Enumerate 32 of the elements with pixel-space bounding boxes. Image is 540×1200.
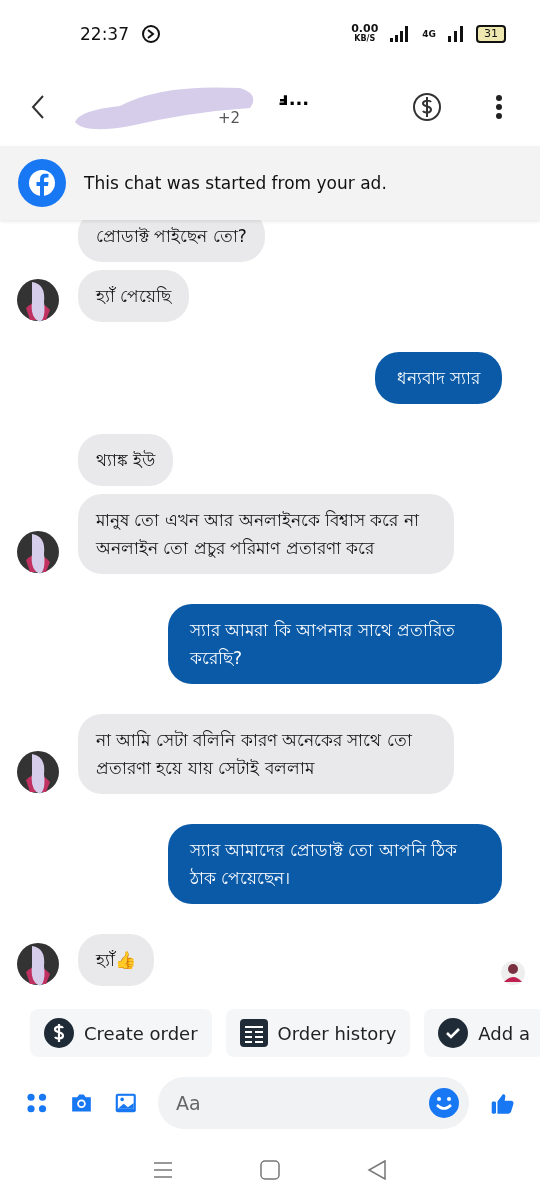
clock: 22:37 (80, 24, 129, 44)
received-message: থ্যাঙ্ক ইউ (78, 434, 174, 486)
data-speed: 0.00 KB/S (351, 24, 379, 44)
received-message: হ্যাঁ👍 (78, 934, 154, 986)
signal-icon (448, 26, 464, 42)
received-message: প্রোডাক্ট পাইছেন তো? (78, 220, 265, 262)
received-message: না আমি সেটা বলিনি কারণ অনেকের সাথে তো প্রতারণা হয়ে যায় সেটাই বললাম (78, 714, 454, 794)
battery-level: 31 (476, 25, 506, 43)
emoji-icon[interactable] (429, 1088, 460, 1118)
timer-icon (141, 24, 161, 44)
chat-title: ⅎ... (278, 87, 310, 109)
home-icon[interactable] (260, 1160, 280, 1180)
quick-action-chip[interactable]: Create order (30, 1009, 212, 1057)
quick-action-chip[interactable]: Add a (424, 1009, 540, 1057)
facebook-icon (18, 159, 66, 207)
back-icon[interactable] (30, 94, 46, 120)
sent-message: স্যার আমাদের প্রোডাক্ট তো আপনি ঠিক ঠাক পেয়েছেন। (168, 824, 502, 904)
dollar-icon (44, 1018, 74, 1048)
ad-notice: This chat was started from your ad. (84, 173, 387, 193)
quick-action-chip[interactable]: Order history (225, 1009, 411, 1057)
received-message: মানুষ তো এখন আর অনলাইনকে বিশ্বাস করে না অনলাইন তো প্রচুর পরিমাণ প্রতারণা করে (78, 494, 454, 574)
recents-icon[interactable] (153, 1161, 174, 1179)
dollar-icon[interactable] (412, 92, 442, 122)
sent-message: স্যার আমরা কি আপনার সাথে প্রতারিত করেছি? (168, 604, 502, 684)
check-icon (438, 1018, 469, 1048)
sent-message: ধন্যবাদ স্যার (374, 352, 502, 404)
signal-icon (390, 26, 411, 42)
message-field[interactable]: Aa (158, 1077, 470, 1129)
member-count: +2 (217, 108, 241, 127)
received-message: হ্যাঁ পেয়েছি (78, 270, 190, 322)
list-icon (239, 1019, 268, 1047)
network-type: 4G (422, 29, 436, 39)
